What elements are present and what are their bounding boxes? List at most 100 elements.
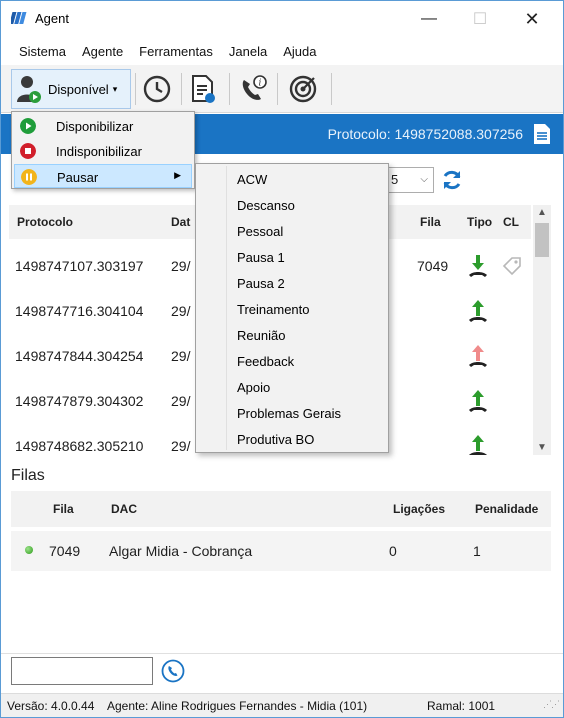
document-icon[interactable] — [533, 123, 551, 145]
dial-number-input[interactable] — [11, 657, 153, 685]
pause-item-apoio[interactable]: Apoio — [196, 374, 390, 400]
menu-janela[interactable]: Janela — [221, 44, 275, 59]
queues-table-header: Fila DAC Ligações Penalidade — [11, 491, 551, 527]
clock-icon — [143, 75, 171, 103]
toolbar: Disponível ▾ i — [1, 65, 563, 113]
goals-button[interactable] — [287, 73, 319, 105]
outgoing-call-icon — [469, 390, 487, 412]
maximize-button[interactable]: ☐ — [457, 1, 503, 37]
stop-icon — [20, 143, 36, 159]
document-report-icon — [192, 75, 215, 103]
pause-item-pausa-2[interactable]: Pausa 2 — [196, 270, 390, 296]
pause-item-pausa-1[interactable]: Pausa 1 — [196, 244, 390, 270]
pause-item-label: Feedback — [237, 354, 295, 369]
queues-section-title: Filas — [11, 467, 45, 484]
call-info-button[interactable]: i — [237, 73, 269, 105]
play-icon — [20, 118, 36, 134]
column-protocolo[interactable]: Protocolo — [17, 215, 73, 229]
toolbar-divider — [229, 73, 230, 105]
cell-fila: 7049 — [49, 543, 81, 559]
scroll-down-icon[interactable]: ▼ — [537, 442, 547, 453]
close-button[interactable]: ✕ — [509, 1, 555, 37]
column-fila[interactable]: Fila — [420, 215, 441, 229]
pause-item-pessoal[interactable]: Pessoal — [196, 218, 390, 244]
tag-icon[interactable] — [501, 255, 523, 277]
menu-item-disponibilizar[interactable]: Disponibilizar — [14, 114, 192, 138]
cell-data: 29/ — [171, 393, 191, 409]
column-cl[interactable]: CL — [503, 215, 519, 229]
pause-item-problemas-gerais[interactable]: Problemas Gerais — [196, 400, 390, 426]
toolbar-divider — [277, 73, 278, 105]
cell-protocolo: 1498747879.304302 — [15, 393, 144, 409]
pause-icon — [21, 169, 37, 185]
pause-item-label: Produtiva BO — [237, 432, 315, 447]
agent-text: Agente: Aline Rodrigues Fernandes - Midi… — [107, 699, 368, 713]
cell-data: 29/ — [171, 438, 191, 454]
menu-ferramentas[interactable]: Ferramentas — [131, 44, 221, 59]
submenu-arrow-icon: ▶ — [174, 170, 181, 180]
resize-grip-icon[interactable]: ⋰⋰ — [543, 699, 560, 714]
agent-window: Agent — ☐ ✕ Sistema Agente Ferramentas J… — [0, 0, 564, 718]
dial-phone-icon[interactable] — [161, 659, 185, 683]
menu-sistema[interactable]: Sistema — [11, 44, 74, 59]
menu-item-label: Disponibilizar — [56, 119, 134, 134]
pause-item-label: Treinamento — [237, 302, 310, 317]
agent-status-dropdown[interactable]: Disponível ▾ — [11, 69, 131, 109]
pause-item-label: Descanso — [237, 198, 295, 213]
period-select-value: 5 — [391, 172, 399, 187]
menu-item-label: Pausar — [57, 170, 99, 185]
incoming-call-icon — [469, 255, 487, 277]
column-ligacoes[interactable]: Ligações — [393, 502, 445, 516]
column-data[interactable]: Dat — [171, 215, 190, 229]
pause-item-descanso[interactable]: Descanso — [196, 192, 390, 218]
menu-ajuda[interactable]: Ajuda — [275, 44, 324, 59]
minimize-button[interactable]: — — [406, 1, 452, 37]
menu-item-indisponibilizar[interactable]: Indisponibilizar — [14, 139, 192, 163]
menu-bar: Sistema Agente Ferramentas Janela Ajuda — [1, 39, 563, 63]
agent-person-icon — [17, 76, 41, 103]
cell-data: 29/ — [171, 348, 191, 364]
cell-data: 29/ — [171, 258, 191, 274]
cell-protocolo: 1498747107.303197 — [15, 258, 144, 274]
cell-data: 29/ — [171, 303, 191, 319]
app-logo-icon — [11, 12, 27, 24]
toolbar-divider — [135, 73, 136, 105]
toolbar-divider — [181, 73, 182, 105]
divider — [1, 653, 563, 654]
outgoing-call-icon — [469, 300, 487, 322]
history-clock-button[interactable] — [141, 73, 173, 105]
pause-item-label: Pausa 2 — [237, 276, 285, 291]
pause-item-treinamento[interactable]: Treinamento — [196, 296, 390, 322]
chevron-down-icon: ⌵ — [420, 174, 428, 185]
table-row[interactable]: 7049 Algar Midia - Cobrança 0 1 — [11, 531, 551, 571]
pause-item-label: Problemas Gerais — [237, 406, 342, 421]
column-fila[interactable]: Fila — [53, 502, 74, 516]
scroll-up-icon[interactable]: ▲ — [537, 207, 547, 218]
pause-item-acw[interactable]: ACW — [196, 166, 390, 192]
period-select[interactable]: 5 ⌵ — [386, 167, 434, 193]
report-button[interactable] — [187, 73, 219, 105]
current-protocol: Protocolo: 1498752088.307256 — [327, 126, 523, 142]
outgoing-missed-call-icon — [469, 345, 487, 367]
cell-penalidade: 1 — [473, 543, 481, 559]
window-title: Agent — [35, 11, 69, 26]
cell-protocolo: 1498747844.304254 — [15, 348, 144, 364]
scrollbar-thumb[interactable] — [535, 223, 549, 257]
column-dac[interactable]: DAC — [111, 502, 137, 516]
version-text: Versão: 4.0.0.44 — [7, 699, 95, 713]
column-penalidade[interactable]: Penalidade — [475, 502, 538, 516]
menu-agente[interactable]: Agente — [74, 44, 131, 59]
pause-item-produtiva-bo[interactable]: Produtiva BO — [196, 426, 390, 452]
refresh-icon[interactable] — [441, 169, 463, 191]
chevron-down-icon: ▾ — [112, 83, 118, 94]
toolbar-divider — [331, 73, 332, 105]
pause-item-reuniao[interactable]: Reunião — [196, 322, 390, 348]
pause-item-feedback[interactable]: Feedback — [196, 348, 390, 374]
cell-ligacoes: 0 — [389, 543, 397, 559]
status-bar: Versão: 4.0.0.44 Agente: Aline Rodrigues… — [1, 693, 563, 717]
menu-item-pausar[interactable]: Pausar ▶ — [14, 164, 192, 188]
cell-protocolo: 1498747716.304104 — [15, 303, 144, 319]
column-tipo[interactable]: Tipo — [467, 215, 492, 229]
pause-item-label: Apoio — [237, 380, 271, 395]
calls-scrollbar[interactable]: ▲ ▼ — [533, 205, 551, 455]
